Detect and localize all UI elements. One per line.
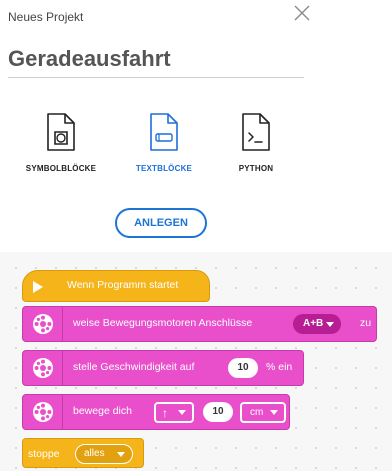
chevron-down-icon <box>178 410 186 415</box>
stop-block[interactable]: stoppe alles <box>22 438 144 468</box>
option-label: TEXTBLÖCKE <box>135 164 193 173</box>
option-text-blocks[interactable]: TEXTBLÖCKE <box>116 112 212 173</box>
direction-dropdown[interactable]: ↑ <box>154 402 194 423</box>
block-icon-cell <box>23 351 63 385</box>
movement-motor-icon <box>33 402 53 422</box>
project-name-input[interactable]: Geradeausfahrt <box>8 44 304 78</box>
ports-value: A+B <box>303 318 324 329</box>
block-icon-cell <box>23 395 63 429</box>
block-text: weise Bewegungsmotoren Anschlüsse <box>73 317 253 329</box>
chevron-down-icon <box>117 452 125 457</box>
arrow-up-icon: ↑ <box>162 406 168 420</box>
new-project-dialog: Neues Projekt Geradeausfahrt SYMBOLBLÖCK… <box>0 0 392 252</box>
option-label: PYTHON <box>238 164 274 173</box>
code-canvas[interactable]: Wenn Programm startet weise Bewegungsmot… <box>0 252 392 471</box>
python-terminal-file-icon <box>242 113 270 151</box>
stop-option-dropdown[interactable]: alles <box>75 444 133 464</box>
block-text: % ein <box>266 361 293 373</box>
option-python[interactable]: PYTHON <box>208 112 304 173</box>
set-speed-block[interactable]: stelle Geschwindigkeit auf 10 % ein <box>22 350 304 386</box>
movement-motor-icon <box>33 358 53 378</box>
block-text: bewege dich <box>73 405 132 417</box>
close-icon[interactable] <box>293 4 311 22</box>
block-label: stoppe <box>28 448 60 460</box>
word-blocks-file-icon <box>47 113 75 151</box>
option-symbol-blocks[interactable]: SYMBOLBLÖCKE <box>13 112 109 173</box>
unit-value: cm <box>250 407 264 418</box>
chevron-down-icon <box>326 322 335 327</box>
option-label: SYMBOLBLÖCKE <box>25 164 97 173</box>
icon-blocks-file-icon <box>150 113 178 151</box>
speed-input[interactable]: 10 <box>228 358 258 378</box>
block-label: Wenn Programm startet <box>67 279 179 291</box>
stop-option-value: alles <box>84 448 105 459</box>
block-icon-cell <box>23 307 63 341</box>
distance-input[interactable]: 10 <box>203 402 233 422</box>
create-button[interactable]: ANLEGEN <box>115 208 207 238</box>
move-block[interactable]: bewege dich ↑ 10 cm <box>22 394 290 430</box>
unit-dropdown[interactable]: cm <box>240 402 286 423</box>
chevron-down-icon <box>270 410 278 415</box>
block-text: zu <box>360 317 372 329</box>
block-text: stelle Geschwindigkeit auf <box>73 361 195 373</box>
play-icon <box>33 281 43 293</box>
set-movement-motors-block[interactable]: weise Bewegungsmotoren Anschlüsse A+B zu <box>22 306 377 342</box>
movement-motor-icon <box>33 314 53 334</box>
ports-dropdown[interactable]: A+B <box>293 314 342 334</box>
when-program-starts-block[interactable]: Wenn Programm startet <box>22 270 210 302</box>
dialog-title: Neues Projekt <box>8 10 84 24</box>
